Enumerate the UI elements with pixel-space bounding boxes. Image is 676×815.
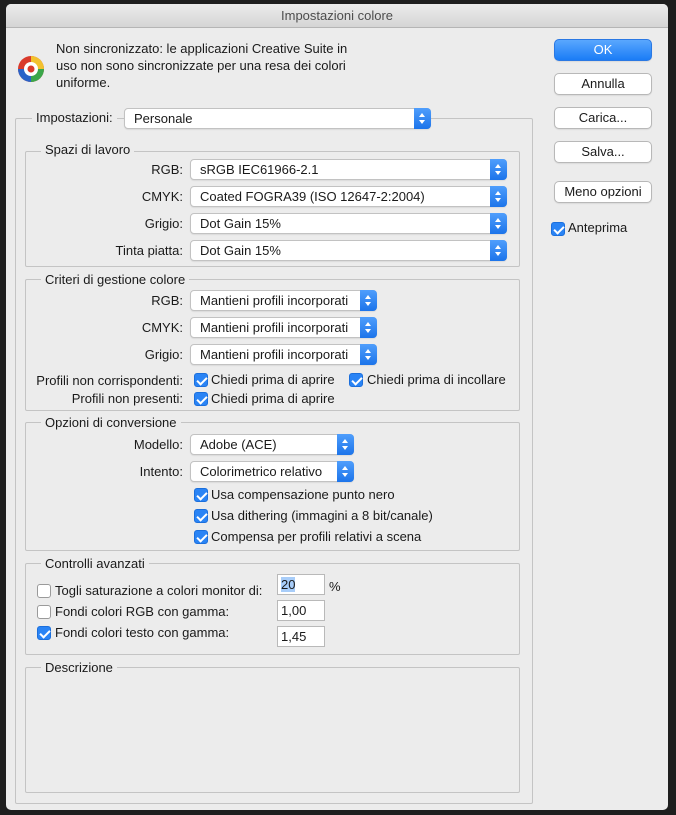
- blend-text-gamma-label: Fondi colori testo con gamma:: [55, 625, 230, 640]
- blend-text-gamma-field[interactable]: 1,45: [277, 626, 325, 647]
- blend-rgb-gamma-label: Fondi colori RGB con gamma:: [55, 604, 230, 619]
- select-arrows-icon: [490, 240, 507, 261]
- conversion-title: Opzioni di conversione: [41, 415, 181, 430]
- engine-select[interactable]: Adobe (ACE): [190, 434, 354, 455]
- ws-spot-label: Tinta piatta:: [115, 243, 183, 258]
- color-settings-dialog: Impostazioni colore Non sincronizzato: l…: [6, 4, 668, 810]
- ws-rgb-value: sRGB IEC61966-2.1: [200, 162, 319, 177]
- engine-value: Adobe (ACE): [200, 437, 277, 452]
- missing-profiles-label: Profili non presenti:: [71, 391, 183, 406]
- scene-compensation-label: Compensa per profili relativi a scena: [211, 529, 422, 544]
- ws-spot-value: Dot Gain 15%: [200, 243, 281, 258]
- window-title: Impostazioni colore: [6, 4, 668, 28]
- blend-text-gamma-checkbox[interactable]: [37, 626, 51, 640]
- mismatch-ask-open-checkbox[interactable]: [194, 373, 208, 387]
- ws-cmyk-select[interactable]: Coated FOGRA39 (ISO 12647-2:2004): [190, 186, 507, 207]
- select-arrows-icon: [360, 290, 377, 311]
- profile-mismatch-label: Profili non corrispondenti:: [36, 373, 183, 388]
- policy-gray-label: Grigio:: [144, 347, 183, 362]
- missing-ask-open-checkbox[interactable]: [194, 392, 208, 406]
- ws-gray-label: Grigio:: [144, 216, 183, 231]
- settings-label: Impostazioni:: [32, 110, 117, 125]
- settings-preset-value: Personale: [134, 111, 193, 126]
- intent-value: Colorimetrico relativo: [200, 464, 323, 479]
- select-arrows-icon: [337, 434, 354, 455]
- policy-cmyk-value: Mantieni profili incorporati: [200, 320, 349, 335]
- select-arrows-icon: [490, 213, 507, 234]
- black-point-compensation-label: Usa compensazione punto nero: [211, 487, 395, 502]
- engine-label: Modello:: [133, 437, 183, 452]
- desaturate-monitor-label: Togli saturazione a colori monitor di:: [55, 583, 263, 598]
- ws-cmyk-value: Coated FOGRA39 (ISO 12647-2:2004): [200, 189, 425, 204]
- ws-gray-value: Dot Gain 15%: [200, 216, 281, 231]
- description-group: [25, 667, 520, 793]
- dither-checkbox[interactable]: [194, 509, 208, 523]
- desaturate-amount-value: 20: [281, 577, 296, 592]
- working-spaces-title: Spazi di lavoro: [41, 142, 135, 157]
- load-button[interactable]: Carica...: [554, 107, 652, 129]
- policies-title: Criteri di gestione colore: [41, 272, 190, 287]
- policy-rgb-select[interactable]: Mantieni profili incorporati: [190, 290, 377, 311]
- settings-preset-select[interactable]: Personale: [124, 108, 431, 129]
- fewer-options-button[interactable]: Meno opzioni: [554, 181, 652, 203]
- blend-rgb-gamma-field[interactable]: 1,00: [277, 600, 325, 621]
- percent-unit: %: [329, 579, 341, 594]
- select-arrows-icon: [414, 108, 431, 129]
- ws-spot-select[interactable]: Dot Gain 15%: [190, 240, 507, 261]
- advanced-title: Controlli avanzati: [41, 556, 149, 571]
- sync-warning-text: Non sincronizzato: le applicazioni Creat…: [56, 41, 348, 90]
- ok-button[interactable]: OK: [554, 39, 652, 61]
- policy-cmyk-select[interactable]: Mantieni profili incorporati: [190, 317, 377, 338]
- select-arrows-icon: [490, 159, 507, 180]
- blend-rgb-gamma-checkbox[interactable]: [37, 605, 51, 619]
- intent-label: Intento:: [139, 464, 183, 479]
- select-arrows-icon: [337, 461, 354, 482]
- scene-compensation-checkbox[interactable]: [194, 530, 208, 544]
- mismatch-ask-open-label: Chiedi prima di aprire: [211, 372, 335, 387]
- dither-label: Usa dithering (immagini a 8 bit/canale): [211, 508, 433, 523]
- policy-cmyk-label: CMYK:: [141, 320, 183, 335]
- select-arrows-icon: [360, 317, 377, 338]
- desaturate-amount-field[interactable]: 20: [277, 574, 325, 595]
- intent-select[interactable]: Colorimetrico relativo: [190, 461, 354, 482]
- missing-ask-open-label: Chiedi prima di aprire: [211, 391, 335, 406]
- preview-label: Anteprima: [568, 220, 628, 235]
- mismatch-ask-paste-checkbox[interactable]: [349, 373, 363, 387]
- preview-checkbox[interactable]: [551, 222, 565, 236]
- cancel-button[interactable]: Annulla: [554, 73, 652, 95]
- policy-rgb-value: Mantieni profili incorporati: [200, 293, 349, 308]
- select-arrows-icon: [490, 186, 507, 207]
- select-arrows-icon: [360, 344, 377, 365]
- description-title: Descrizione: [41, 660, 117, 675]
- color-sync-warning-icon: [18, 56, 44, 82]
- policy-gray-select[interactable]: Mantieni profili incorporati: [190, 344, 377, 365]
- ws-gray-select[interactable]: Dot Gain 15%: [190, 213, 507, 234]
- desaturate-monitor-checkbox[interactable]: [37, 584, 51, 598]
- policy-rgb-label: RGB:: [151, 293, 183, 308]
- save-button[interactable]: Salva...: [554, 141, 652, 163]
- policy-gray-value: Mantieni profili incorporati: [200, 347, 349, 362]
- ws-rgb-select[interactable]: sRGB IEC61966-2.1: [190, 159, 507, 180]
- ws-cmyk-label: CMYK:: [141, 189, 183, 204]
- black-point-compensation-checkbox[interactable]: [194, 488, 208, 502]
- ws-rgb-label: RGB:: [151, 162, 183, 177]
- mismatch-ask-paste-label: Chiedi prima di incollare: [367, 372, 506, 387]
